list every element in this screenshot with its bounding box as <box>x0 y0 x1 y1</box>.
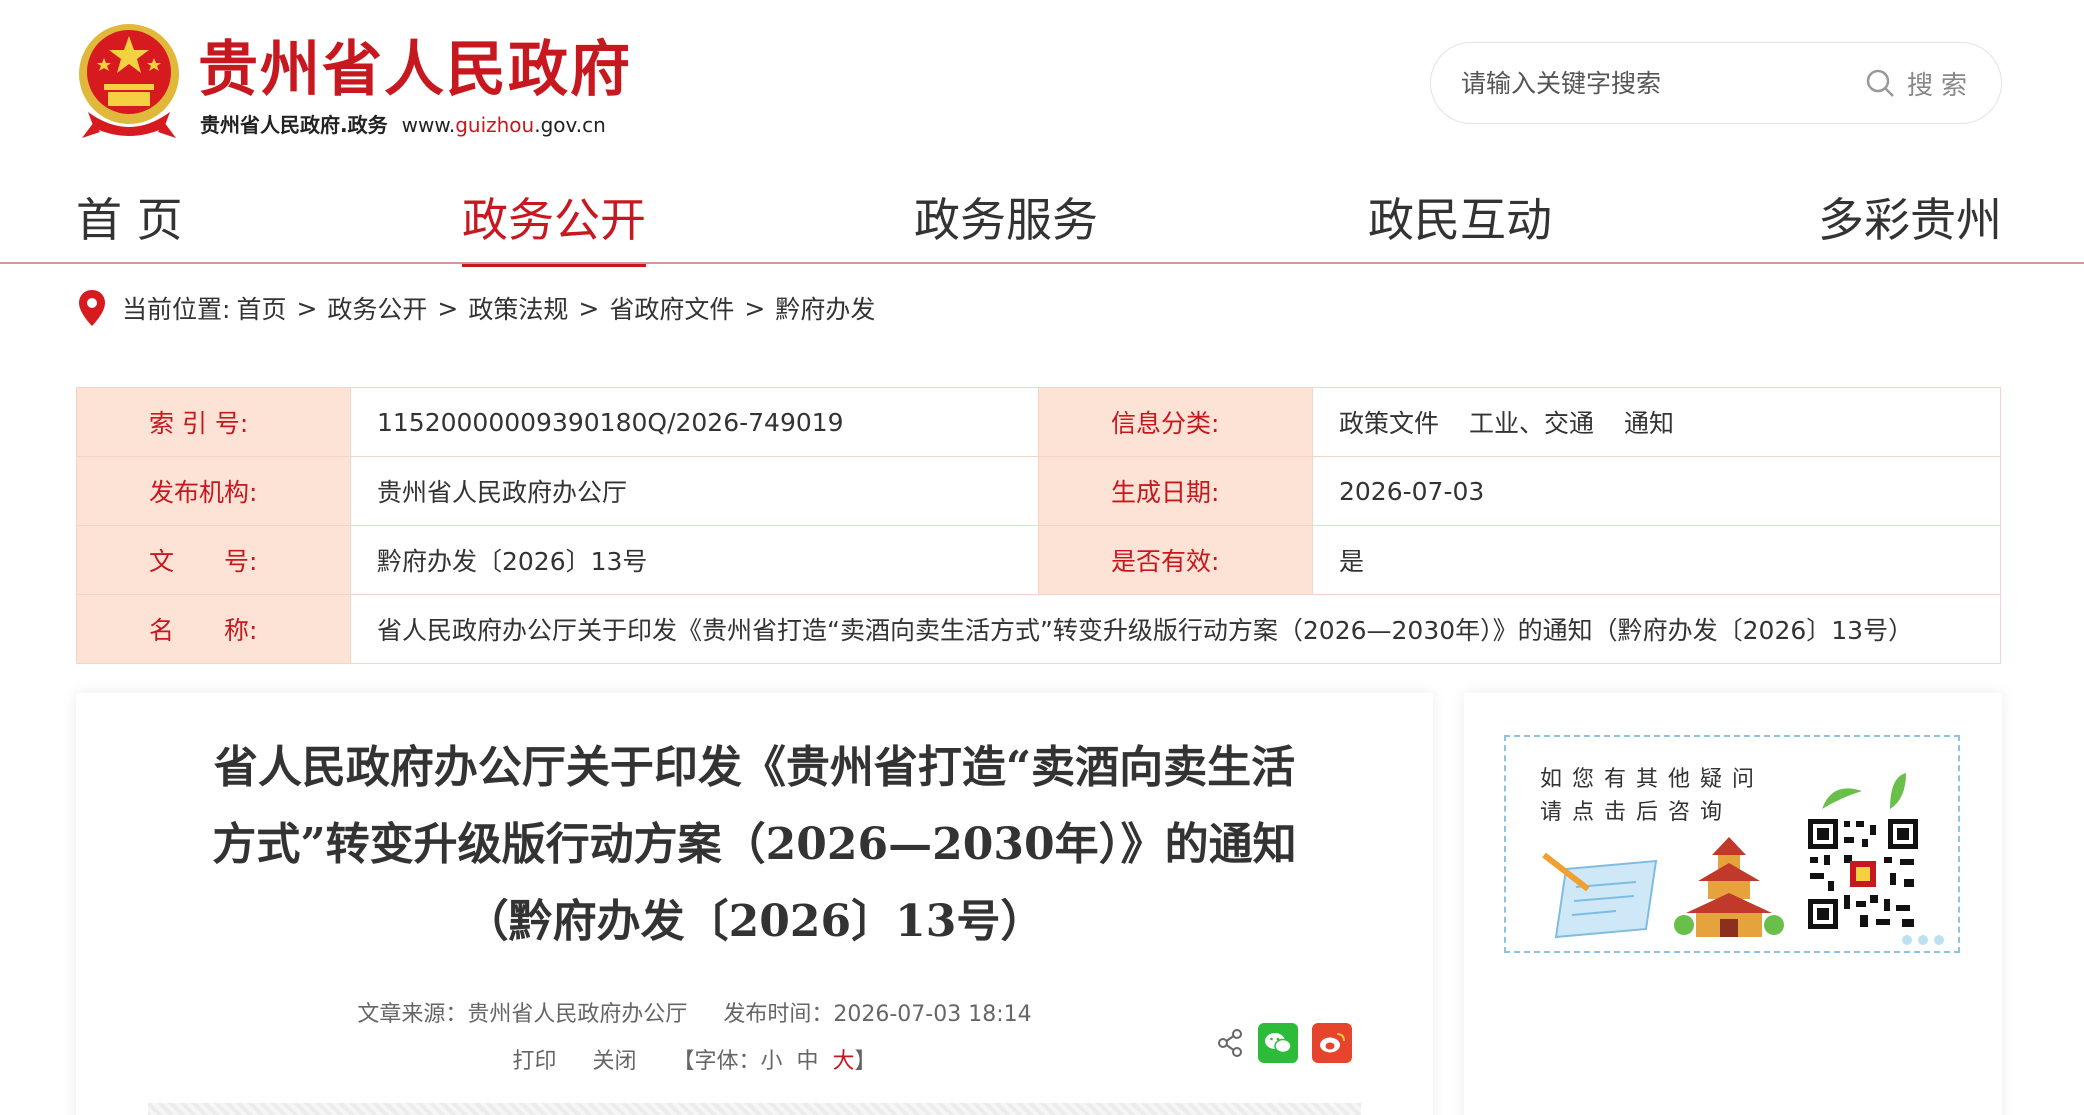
main-nav: 首 页 政务公开 政务服务 政民互动 多彩贵州 <box>0 180 2084 267</box>
nav-item-gov-affairs-open[interactable]: 政务公开 <box>462 190 646 267</box>
pavilion-icon <box>1674 837 1784 937</box>
breadcrumb: 当前位置: 首页 > 政务公开 > 政策法规 > 省政府文件 > 黔府办发 <box>78 288 875 328</box>
domain-brand: guizhou <box>455 113 535 137</box>
article-publish-time: 发布时间：2026-07-03 18:14 <box>723 1002 1032 1027</box>
docno-value: 黔府办发〔2026〕13号 <box>350 525 1039 595</box>
date-label: 生成日期: <box>1038 456 1313 526</box>
category-label: 信息分类: <box>1038 387 1313 457</box>
name-value: 省人民政府办公厅关于印发《贵州省打造“卖酒向卖生活方式”转变升级版行动方案（20… <box>350 594 2001 664</box>
article-title: 省人民政府办公厅关于印发《贵州省打造“卖酒向卖生活 方式”转变升级版行动方案（2… <box>136 729 1373 960</box>
breadcrumb-gov-affairs[interactable]: 政务公开 <box>327 290 427 326</box>
document-pen-icon <box>1542 852 1658 939</box>
share-icon[interactable] <box>1216 1028 1244 1058</box>
qr-code-icon[interactable] <box>1804 815 1922 933</box>
breadcrumb-province-docs[interactable]: 省政府文件 <box>609 290 734 326</box>
index-value: 11520000009390180Q/2026-749019 <box>350 387 1039 457</box>
article-divider <box>148 1103 1361 1115</box>
article-title-line: 省人民政府办公厅关于印发《贵州省打造“卖酒向卖生活 <box>213 742 1296 793</box>
font-small-button[interactable]: 小 <box>760 1049 782 1074</box>
consult-text: 如您有其他疑问 请点击后咨询 <box>1540 763 1764 829</box>
search-input[interactable] <box>1461 63 1841 103</box>
font-large-button[interactable]: 大 <box>833 1049 855 1074</box>
table-row: 索 引 号: 11520000009390180Q/2026-749019 信息… <box>76 387 2001 457</box>
publisher-value: 贵州省人民政府办公厅 <box>350 456 1039 526</box>
breadcrumb-separator: > <box>744 293 766 323</box>
name-label: 名 称: <box>76 594 351 664</box>
hearts-icon <box>1902 935 1944 945</box>
site-domain[interactable]: www.guizhou.gov.cn <box>402 113 606 137</box>
breadcrumb-policies[interactable]: 政策法规 <box>468 290 568 326</box>
share-bar <box>1216 1023 1352 1063</box>
breadcrumb-home[interactable]: 首页 <box>236 290 286 326</box>
nav-item-home[interactable]: 首 页 <box>76 190 183 250</box>
document-info-table: 索 引 号: 11520000009390180Q/2026-749019 信息… <box>76 387 2001 664</box>
date-value: 2026-07-03 <box>1312 456 2001 526</box>
consult-banner[interactable]: 如您有其他疑问 请点击后咨询 <box>1504 735 1960 953</box>
domain-prefix: www. <box>401 113 456 137</box>
category-notice: 通知 <box>1624 409 1675 438</box>
valid-value: 是 <box>1312 525 2001 595</box>
nav-item-gov-services[interactable]: 政务服务 <box>914 190 1098 250</box>
side-panel: 如您有其他疑问 请点击后咨询 <box>1464 693 2002 1115</box>
site-header: 贵州省人民政府 贵州省人民政府.政务 www.guizhou.gov.cn 搜索 <box>0 0 2084 170</box>
consult-line: 如您有其他疑问 <box>1540 767 1765 792</box>
national-emblem-icon[interactable] <box>74 22 184 142</box>
article-title-line: （黔府办发〔2026〕13号） <box>464 896 1045 947</box>
breadcrumb-separator: > <box>296 293 318 323</box>
search-box: 搜索 <box>1430 42 2002 124</box>
valid-label: 是否有效: <box>1038 525 1313 595</box>
nav-item-interaction[interactable]: 政民互动 <box>1368 190 1552 250</box>
breadcrumb-separator: > <box>437 293 459 323</box>
breadcrumb-prefix: 当前位置: <box>122 295 231 324</box>
close-button[interactable]: 关闭 <box>592 1049 636 1074</box>
article-source: 文章来源：贵州省人民政府办公厅 <box>357 1002 688 1027</box>
font-medium-button[interactable]: 中 <box>797 1049 819 1074</box>
category-value: 政策文件 工业、交通 通知 <box>1312 387 2001 457</box>
table-row: 名 称: 省人民政府办公厅关于印发《贵州省打造“卖酒向卖生活方式”转变升级版行动… <box>76 594 2001 664</box>
docno-label: 文 号: <box>76 525 351 595</box>
article-card: 省人民政府办公厅关于印发《贵州省打造“卖酒向卖生活 方式”转变升级版行动方案（2… <box>76 693 1433 1115</box>
location-pin-icon <box>79 290 105 326</box>
index-label: 索 引 号: <box>76 387 351 457</box>
article-title-line: 方式”转变升级版行动方案（2026—2030年）》的通知 <box>212 819 1297 870</box>
site-subtitle: 贵州省人民政府.政务 www.guizhou.gov.cn <box>200 109 606 138</box>
domain-suffix: .gov.cn <box>534 113 606 137</box>
search-button-label: 搜索 <box>1906 70 1975 101</box>
search-icon <box>1866 69 1894 97</box>
print-button[interactable]: 打印 <box>512 1049 556 1074</box>
table-row: 文 号: 黔府办发〔2026〕13号 是否有效: 是 <box>76 525 2001 595</box>
consult-line: 请点击后咨询 <box>1540 800 1733 825</box>
font-size-label: 【字体： <box>672 1049 761 1074</box>
category-industry: 工业、交通 <box>1469 409 1595 438</box>
breadcrumb-separator: > <box>578 293 600 323</box>
table-row: 发布机构: 贵州省人民政府办公厅 生成日期: 2026-07-03 <box>76 456 2001 526</box>
publisher-label: 发布机构: <box>76 456 351 526</box>
search-button[interactable]: 搜索 <box>1865 63 1975 103</box>
nav-item-colorful-guizhou[interactable]: 多彩贵州 <box>1818 190 2002 250</box>
weibo-share-icon[interactable] <box>1312 1023 1352 1063</box>
leaf-icon <box>1822 773 1906 809</box>
breadcrumb-qianfubanfa[interactable]: 黔府办发 <box>775 290 875 326</box>
wechat-share-icon[interactable] <box>1258 1023 1298 1063</box>
category-policy: 政策文件 <box>1339 409 1440 438</box>
site-name[interactable]: 贵州省人民政府 <box>198 34 632 106</box>
font-size-label-end: 】 <box>854 1049 877 1074</box>
site-sub-text: 贵州省人民政府.政务 <box>200 113 388 137</box>
